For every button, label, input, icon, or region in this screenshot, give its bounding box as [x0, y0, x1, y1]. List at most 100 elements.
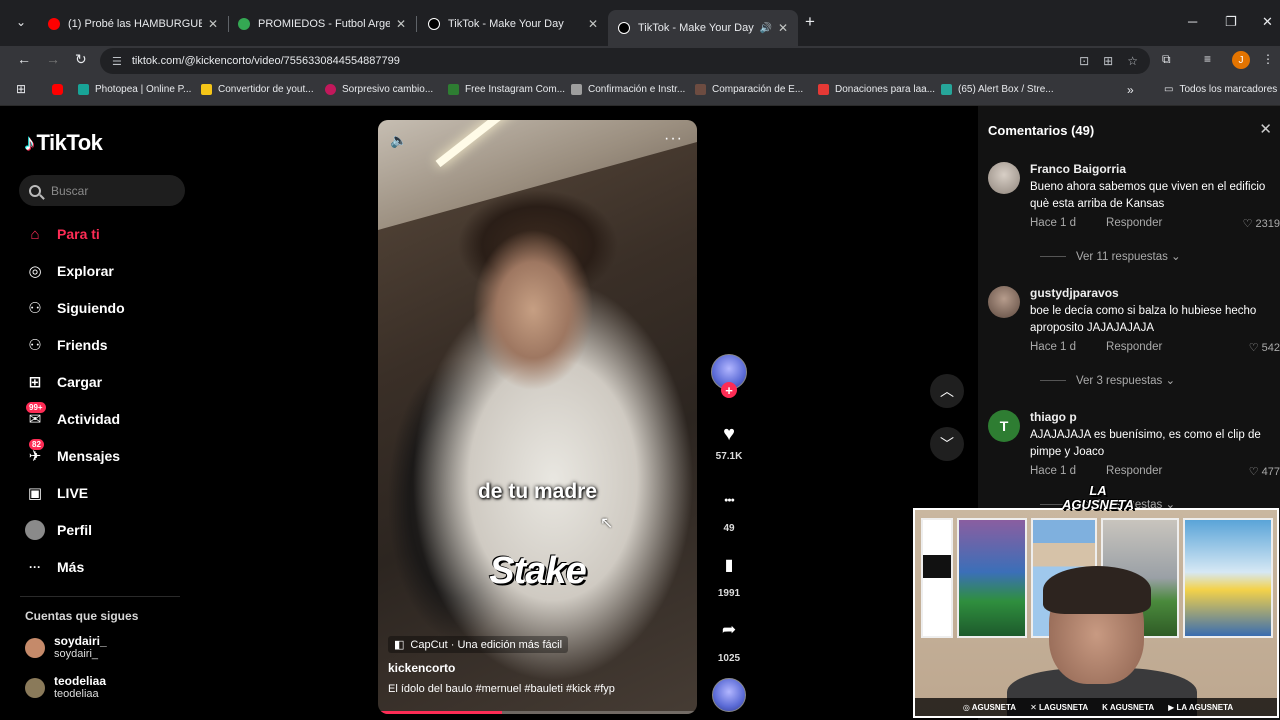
nav-mas[interactable]: ··· Más — [24, 555, 84, 579]
nav-siguiendo[interactable]: ⚇ Siguiendo — [24, 296, 124, 320]
nav-label: Más — [57, 559, 85, 575]
comment-like-button[interactable]: ♡ 2319 — [1243, 217, 1280, 230]
save-count: 1991 — [717, 588, 741, 599]
nav-friends[interactable]: ⚇ Friends — [24, 333, 107, 357]
nav-live[interactable]: ▣ LIVE — [24, 481, 88, 505]
bookmark-confirmacion[interactable]: Confirmación e Instr... — [571, 84, 685, 95]
activity-badge: 99+ — [26, 402, 46, 413]
install-app-icon[interactable]: ⊡ — [1079, 54, 1089, 68]
bookmark-donaciones[interactable]: Donaciones para laa... — [818, 84, 935, 95]
maximize-button[interactable]: ❐ — [1225, 14, 1237, 30]
view-replies-button[interactable]: Ver 3 respuestas ⌄ — [1040, 373, 1175, 387]
like-button[interactable]: ♥ 57.1K — [710, 417, 748, 463]
nav-para-ti[interactable]: ⌂ Para ti — [24, 222, 99, 246]
tab-close-icon[interactable]: ✕ — [778, 21, 788, 35]
commenter-name[interactable]: thiago p — [1030, 410, 1077, 424]
tab-search-icon[interactable]: ⌄ — [16, 15, 26, 29]
home-icon: ⌂ — [30, 225, 40, 243]
bookmark-sorpresivo[interactable]: Sorpresivo cambio... — [325, 84, 433, 95]
bookmark-convertidor[interactable]: Convertidor de yout... — [201, 84, 314, 95]
site-info-icon[interactable]: ☰ — [112, 55, 122, 68]
minimize-button[interactable]: ─ — [1188, 14, 1197, 29]
commenter-avatar[interactable]: T — [988, 410, 1020, 442]
bookmark-comparacion[interactable]: Comparación de E... — [695, 84, 803, 95]
tab-tiktok-2-active[interactable]: TikTok - Make Your Day 🔊 ✕ — [608, 10, 798, 46]
video-more-button[interactable]: ··· — [664, 130, 683, 148]
tab-promiedos[interactable]: PROMIEDOS - Futbol Argentino ✕ — [228, 10, 416, 38]
bookmark-star-icon[interactable]: ☆ — [1127, 54, 1138, 68]
close-window-button[interactable]: ✕ — [1262, 14, 1273, 30]
bookmark-youtube[interactable] — [52, 84, 69, 95]
profile-avatar-icon — [24, 519, 46, 541]
screen: ⌄ (1) Probé las HAMBURGUESAS ✕ PROMIEDOS… — [0, 0, 1280, 720]
following-account[interactable]: soydairi_ soydairi_ — [25, 635, 107, 661]
following-account[interactable]: teodeliaa teodeliaa — [25, 675, 106, 701]
creator-avatar-button[interactable]: + — [710, 354, 748, 398]
translate-icon[interactable]: ⊞ — [1103, 54, 1113, 68]
tab-title: TikTok - Make Your Day — [638, 22, 754, 34]
bookmark-photopea[interactable]: Photopea | Online P... — [78, 84, 191, 95]
tab-tiktok-1[interactable]: TikTok - Make Your Day ✕ — [418, 10, 608, 38]
bookmark-alertbox[interactable]: (65) Alert Box / Stre... — [941, 84, 1054, 95]
reply-button[interactable]: Responder — [1106, 465, 1162, 477]
tab-close-icon[interactable]: ✕ — [208, 17, 218, 31]
reply-button[interactable]: Responder — [1106, 217, 1162, 229]
tab-youtube[interactable]: (1) Probé las HAMBURGUESAS ✕ — [38, 10, 228, 38]
previous-video-button[interactable]: ︿ — [930, 374, 964, 408]
share-button[interactable]: ➦ 1025 — [710, 613, 748, 664]
save-button[interactable]: ▮ 1991 — [710, 548, 748, 599]
next-video-button[interactable]: ﹀ — [930, 427, 964, 461]
view-replies-button[interactable]: Ver 11 respuestas ⌄ — [1040, 249, 1181, 263]
bookmark-instagram[interactable]: Free Instagram Com... — [448, 84, 565, 95]
comment-like-button[interactable]: ♡ 477 — [1249, 465, 1280, 478]
chevron-up-icon: ︿ — [940, 383, 954, 399]
back-button[interactable]: ← — [17, 51, 31, 67]
comment-icon: ●●● — [724, 496, 735, 504]
follow-plus-icon[interactable]: + — [721, 382, 737, 398]
tab-close-icon[interactable]: ✕ — [588, 17, 598, 31]
bookmark-label: Todos los marcadores — [1179, 84, 1278, 95]
apps-grid-icon[interactable]: ⊞ — [16, 82, 26, 96]
nav-mensajes[interactable]: ✈ 82 Mensajes — [24, 439, 120, 468]
capcut-link[interactable]: ◧ CapCut · Una edición más fácil — [388, 636, 569, 653]
logo-line: AGUSNETA — [1062, 497, 1134, 512]
video-progress-bar[interactable] — [378, 711, 697, 714]
x-handle: ✕ LAGUSNETA — [1030, 702, 1089, 712]
more-bookmarks-button[interactable]: » — [1127, 83, 1134, 97]
divider — [1040, 379, 1066, 381]
poster-celebration — [1183, 518, 1273, 638]
donation-icon — [818, 84, 829, 95]
nav-actividad[interactable]: ✉ 99+ Actividad — [24, 402, 120, 431]
tiktok-logo[interactable]: ♪ TikTok — [24, 130, 103, 156]
media-control-icon[interactable]: ≡ — [1204, 52, 1211, 66]
kick-handle: K AGUSNETA — [1102, 702, 1155, 712]
commenter-avatar[interactable] — [988, 286, 1020, 318]
commenter-name[interactable]: gustydjparavos — [1030, 286, 1119, 300]
commenter-name[interactable]: Franco Baigorria — [1030, 162, 1126, 176]
new-tab-button[interactable]: + — [805, 12, 815, 32]
comment-button[interactable]: ●●● 49 — [710, 483, 748, 535]
video-author[interactable]: kickencorto — [388, 661, 455, 675]
music-disc[interactable] — [710, 678, 748, 712]
browser-menu-icon[interactable]: ⋮ — [1262, 52, 1274, 66]
bookmark-label: Comparación de E... — [712, 84, 804, 95]
volume-icon[interactable]: 🔈 — [390, 132, 407, 149]
all-bookmarks-folder[interactable]: ▭ Todos los marcadores — [1164, 84, 1277, 95]
nav-perfil[interactable]: Perfil — [24, 518, 92, 542]
extensions-icon[interactable]: ⧉ — [1162, 52, 1171, 67]
reload-button[interactable]: ↻ — [75, 51, 87, 68]
nav-explorar[interactable]: ◎ Explorar — [24, 259, 113, 283]
address-bar[interactable]: ☰ tiktok.com/@kickencorto/video/75563308… — [100, 48, 1150, 74]
commenter-avatar[interactable] — [988, 162, 1020, 194]
nav-cargar[interactable]: ⊞ Cargar — [24, 370, 102, 394]
tab-close-icon[interactable]: ✕ — [396, 17, 406, 31]
comment-like-button[interactable]: ♡ 542 — [1249, 341, 1280, 354]
profile-avatar[interactable]: J — [1232, 51, 1250, 69]
reply-button[interactable]: Responder — [1106, 341, 1162, 353]
audio-playing-icon[interactable]: 🔊 — [759, 23, 771, 34]
search-input[interactable]: Buscar — [19, 175, 185, 206]
forward-button[interactable]: → — [46, 51, 60, 67]
video-player[interactable]: 🔈 ··· de tu madre Stake ◧ CapCut · Una e… — [378, 120, 697, 714]
photopea-icon — [78, 84, 89, 95]
close-comments-icon[interactable]: ✕ — [1259, 120, 1272, 138]
